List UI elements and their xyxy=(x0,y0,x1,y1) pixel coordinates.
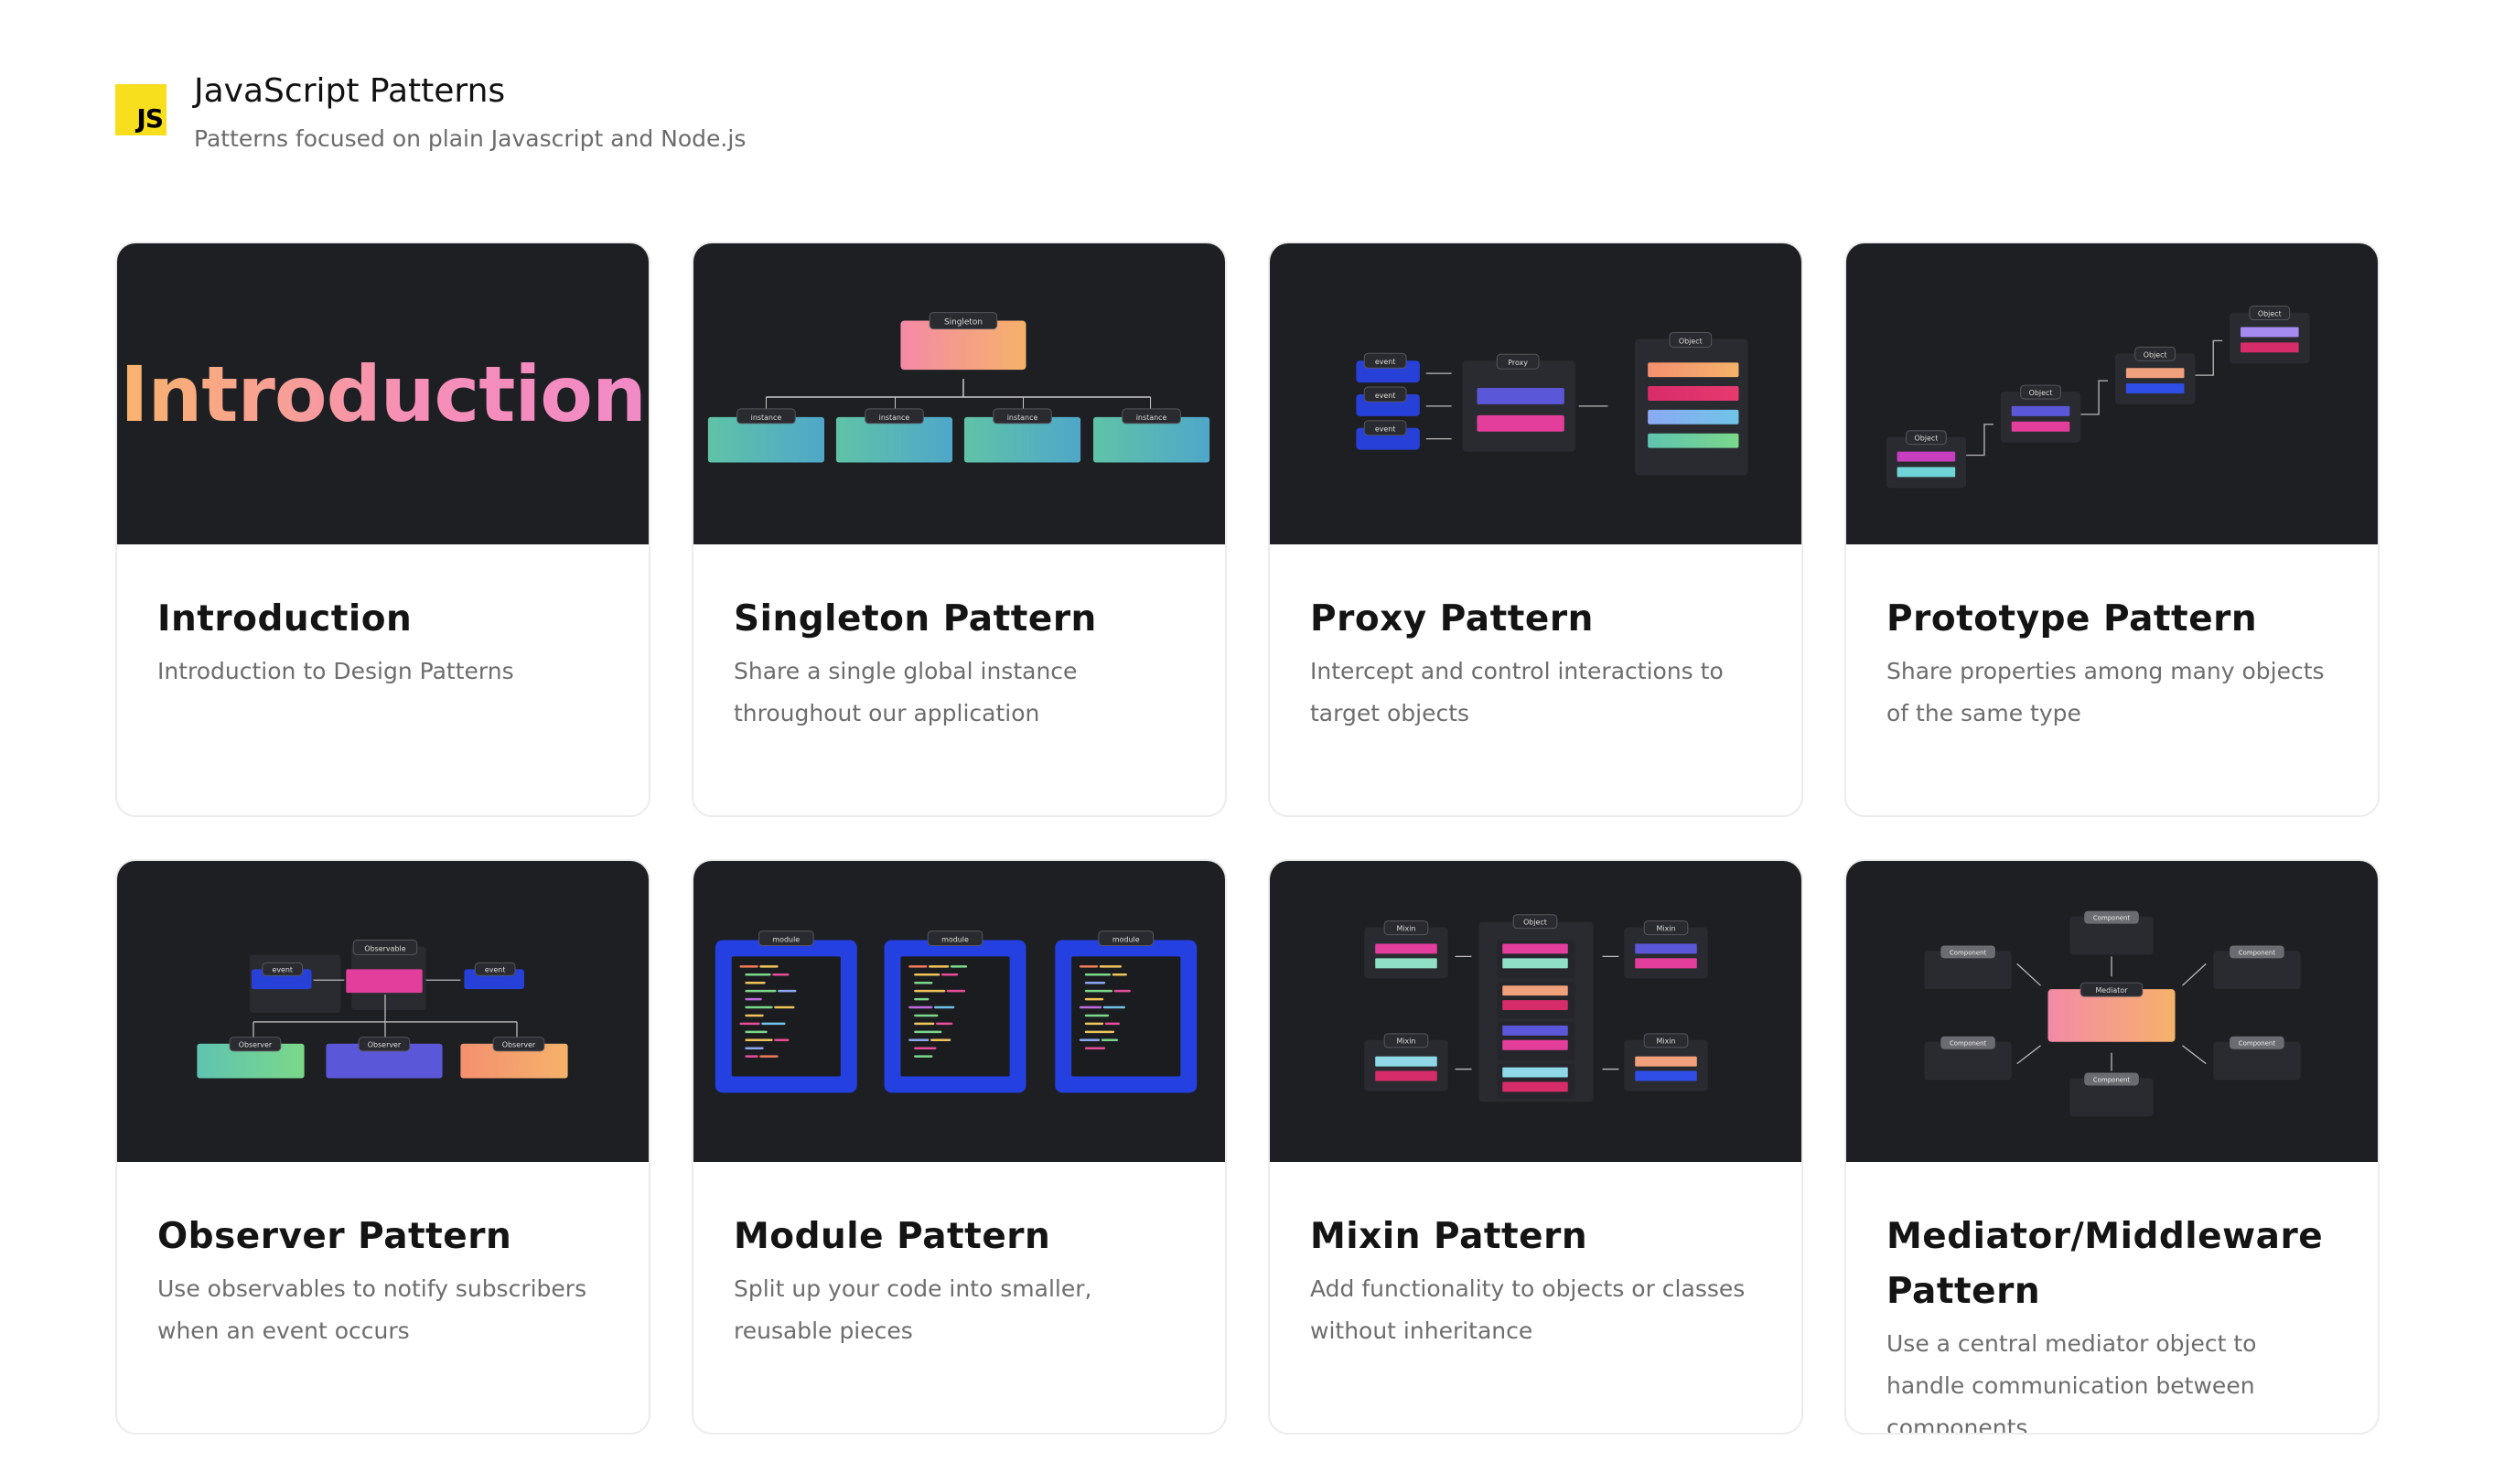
card-thumbnail: Observable event event Observer Observer… xyxy=(117,861,649,1162)
card-title: Prototype Pattern xyxy=(1886,598,2258,640)
card-body: Introduction Introduction to Design Patt… xyxy=(117,544,649,693)
svg-text:Object: Object xyxy=(1914,435,1938,443)
svg-text:event: event xyxy=(1375,425,1396,434)
card-description: Intercept and control interactions to ta… xyxy=(1310,658,1724,726)
proxy-label: Proxy xyxy=(1508,359,1528,367)
mediator-label: Mediator xyxy=(2095,986,2128,995)
card-body: Singleton Pattern Share a single global … xyxy=(693,544,1225,735)
instance-label: instance xyxy=(751,414,782,422)
card-thumbnail: event event event Proxy Object xyxy=(1270,243,1801,544)
card-body: Module Pattern Split up your code into s… xyxy=(693,1162,1225,1352)
card-title: Proxy Pattern xyxy=(1310,598,1594,640)
observable-label: Observable xyxy=(364,944,405,952)
javascript-logo: JS xyxy=(115,84,167,135)
proxy-box xyxy=(1462,360,1575,452)
svg-text:Component: Component xyxy=(1950,1040,1987,1048)
card-thumbnail: Object Mixin Mixin Mixin Mixin xyxy=(1270,861,1801,1162)
svg-text:Object: Object xyxy=(2029,389,2053,397)
card-title: Singleton Pattern xyxy=(734,598,1097,640)
svg-text:Observer: Observer xyxy=(239,1041,273,1049)
mediator-diagram: Mediator Component Component Component C… xyxy=(1924,910,2301,1117)
card-body: Observer Pattern Use observables to noti… xyxy=(117,1162,649,1352)
card-title: Mediator/Middleware Pattern xyxy=(1886,1216,2324,1312)
svg-text:module: module xyxy=(1112,936,1140,944)
card-description: Share a single global instance throughou… xyxy=(734,658,1078,726)
card-proxy-pattern[interactable]: event event event Proxy Object Proxy Pat… xyxy=(1268,242,1803,817)
module-panels: module module module xyxy=(715,930,1198,1093)
card-thumbnail: Singleton instance instance instance ins… xyxy=(693,243,1225,544)
card-introduction[interactable]: Introduction Introduction Introduction t… xyxy=(115,242,650,817)
svg-text:Component: Component xyxy=(2093,1076,2131,1083)
svg-text:module: module xyxy=(941,936,969,944)
mediator-box xyxy=(2047,989,2176,1042)
card-module-pattern[interactable]: module module module Module Pattern Spli… xyxy=(692,859,1227,1435)
card-body: Mediator/Middleware Pattern Use a centra… xyxy=(1846,1162,2378,1435)
card-thumbnail: Mediator Component Component Component C… xyxy=(1846,861,2378,1162)
card-mixin-pattern[interactable]: Object Mixin Mixin Mixin Mixin Mixin Pat… xyxy=(1268,859,1803,1435)
prototype-diagram: Object Object Object Object xyxy=(1886,306,2310,489)
header-text: JavaScript Patterns Patterns focused on … xyxy=(194,66,746,156)
svg-text:Mixin: Mixin xyxy=(1657,1038,1676,1046)
svg-text:Component: Component xyxy=(2093,915,2131,922)
object-label: Object xyxy=(1679,337,1703,345)
target-object-box xyxy=(1635,339,1748,476)
card-description: Use observables to notify subscribers wh… xyxy=(157,1275,587,1344)
card-thumbnail: module module module xyxy=(693,861,1225,1162)
card-body: Prototype Pattern Share properties among… xyxy=(1846,544,2378,735)
singleton-diagram: Singleton instance instance instance ins… xyxy=(707,312,1210,463)
card-title: Module Pattern xyxy=(734,1216,1051,1257)
card-description: Share properties among many objects of t… xyxy=(1886,658,2325,726)
pattern-card-grid: Introduction Introduction Introduction t… xyxy=(115,242,2380,1435)
page-subtitle: Patterns focused on plain Javascript and… xyxy=(194,125,747,152)
svg-text:event: event xyxy=(1375,392,1396,400)
svg-text:Observer: Observer xyxy=(368,1041,402,1049)
card-body: Mixin Pattern Add functionality to objec… xyxy=(1270,1162,1801,1352)
card-mediator-middleware-pattern[interactable]: Mediator Component Component Component C… xyxy=(1844,859,2380,1435)
card-title: Observer Pattern xyxy=(157,1216,512,1257)
instance-label: instance xyxy=(1007,414,1038,422)
instance-boxes: instance instance instance instance xyxy=(707,396,1210,463)
introduction-wordmark: Introduction xyxy=(117,243,649,544)
instance-label: instance xyxy=(879,414,910,422)
svg-text:Mixin: Mixin xyxy=(1657,925,1676,933)
svg-text:Component: Component xyxy=(2239,1040,2276,1048)
instance-label: instance xyxy=(1136,414,1167,422)
svg-text:Component: Component xyxy=(1950,949,1987,956)
card-title: Introduction xyxy=(157,598,413,640)
card-thumbnail: Introduction xyxy=(117,243,649,544)
card-thumbnail: Object Object Object Object xyxy=(1846,243,2378,544)
card-description: Add functionality to objects or classes … xyxy=(1310,1275,1746,1344)
svg-text:module: module xyxy=(772,936,800,944)
logo-text: JS xyxy=(136,103,164,134)
card-prototype-pattern[interactable]: Object Object Object Object Prototype Pa… xyxy=(1844,242,2380,817)
svg-text:Object: Object xyxy=(2258,310,2282,318)
event-boxes: event event event xyxy=(1356,352,1420,450)
svg-text:event: event xyxy=(272,965,293,973)
svg-text:Mixin: Mixin xyxy=(1396,925,1415,933)
singleton-label: Singleton xyxy=(944,318,983,328)
svg-text:Object: Object xyxy=(2144,350,2167,359)
mixin-diagram: Object Mixin Mixin Mixin Mixin xyxy=(1364,914,1708,1102)
card-title: Mixin Pattern xyxy=(1310,1216,1588,1257)
card-description: Use a central mediator object to handle … xyxy=(1886,1330,2257,1435)
svg-text:event: event xyxy=(1375,358,1396,366)
object-label: Object xyxy=(1523,919,1547,927)
page-header: JS JavaScript Patterns Patterns focused … xyxy=(115,66,746,156)
card-description: Split up your code into smaller, reusabl… xyxy=(734,1275,1092,1344)
card-body: Proxy Pattern Intercept and control inte… xyxy=(1270,544,1801,735)
card-singleton-pattern[interactable]: Singleton instance instance instance ins… xyxy=(692,242,1227,817)
svg-text:Component: Component xyxy=(2239,949,2276,956)
card-observer-pattern[interactable]: Observable event event Observer Observer… xyxy=(115,859,650,1435)
module-diagram: module module module xyxy=(715,930,1198,1093)
svg-text:Mixin: Mixin xyxy=(1396,1038,1415,1046)
observer-diagram: Observable event event Observer Observer… xyxy=(197,940,568,1079)
page-title: JavaScript Patterns xyxy=(194,72,506,110)
card-description: Introduction to Design Patterns xyxy=(157,658,514,684)
svg-text:Observer: Observer xyxy=(502,1041,536,1049)
proxy-diagram: event event event Proxy Object xyxy=(1356,331,1748,476)
svg-text:event: event xyxy=(485,965,506,973)
